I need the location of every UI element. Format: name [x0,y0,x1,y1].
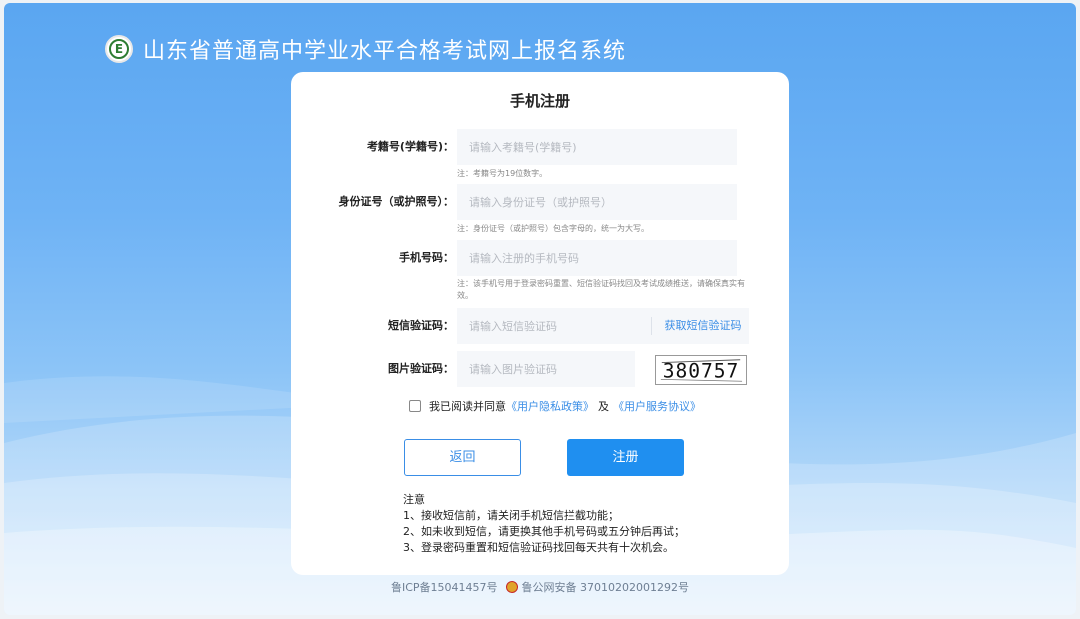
notice-item: 2、如未收到短信，请更换其他手机号码或五分钟后再试； [403,525,685,538]
field-note: 注：考籍号为19位数字。 [457,169,548,178]
footer: 鲁ICP备15041457号 鲁公网安备 37010202001292号 [4,579,1076,595]
field-label: 图片验证码： [388,362,454,375]
exam-number-input[interactable] [457,129,737,165]
site-title: 山东省普通高中学业水平合格考试网上报名系统 [143,39,627,64]
captcha-image[interactable]: 380757 [655,355,747,385]
field-note: 注：该手机号用于登录密码重置、短信验证码找回及考试成绩推送，请确保真实有效。 [457,279,745,300]
privacy-policy-link[interactable]: 《用户隐私政策》 [506,398,594,414]
sms-code-group: 获取短信验证码 [457,308,749,344]
sms-code-input[interactable] [457,308,647,344]
notice-item: 3、登录密码重置和短信验证码找回每天共有十次机会。 [403,541,674,554]
field-label: 身份证号（或护照号）： [338,195,455,208]
field-note: 注：身份证号（或护照号）包含字母的，统一为大写。 [457,224,649,233]
captcha-input[interactable] [457,351,635,387]
field-label: 考籍号(学籍号)： [366,140,454,153]
logo-icon: E [105,35,133,63]
field-label: 手机号码： [399,251,454,264]
form-title: 手机注册 [509,92,570,110]
site-header: E 山东省普通高中学业水平合格考试网上报名系统 [105,33,626,65]
get-sms-code-button[interactable]: 获取短信验证码 [657,308,749,344]
page-background: E 山东省普通高中学业水平合格考试网上报名系统 手机注册 考籍号(学籍号)： 注… [4,3,1076,615]
back-button[interactable]: 返回 [404,439,521,476]
captcha-text: 380757 [663,359,739,382]
icp-link[interactable]: 鲁ICP备15041457号 [391,579,498,595]
agreement: 我已阅读并同意 《用户隐私政策》 及 《用户服务协议》 [409,398,701,414]
id-number-input[interactable] [457,184,737,220]
divider [651,317,652,335]
agree-and: 及 [598,400,609,413]
notice-item: 1、接收短信前，请关闭手机短信拦截功能； [403,509,619,522]
agree-checkbox[interactable] [409,400,421,412]
notice-section: 注意 1、接收短信前，请关闭手机短信拦截功能； 2、如未收到短信，请更换其他手机… [403,492,685,556]
agree-prefix: 我已阅读并同意 [429,400,506,413]
service-agreement-link[interactable]: 《用户服务协议》 [613,398,701,414]
register-button[interactable]: 注册 [567,439,684,476]
police-record-link[interactable]: 鲁公网安备 37010202001292号 [522,579,689,595]
phone-input[interactable] [457,240,737,276]
police-badge-icon [505,581,518,593]
field-label: 短信验证码： [388,319,454,332]
register-card: 手机注册 考籍号(学籍号)： 注：考籍号为19位数字。 身份证号（或护照号）： … [291,72,789,575]
notice-title: 注意 [403,493,425,506]
